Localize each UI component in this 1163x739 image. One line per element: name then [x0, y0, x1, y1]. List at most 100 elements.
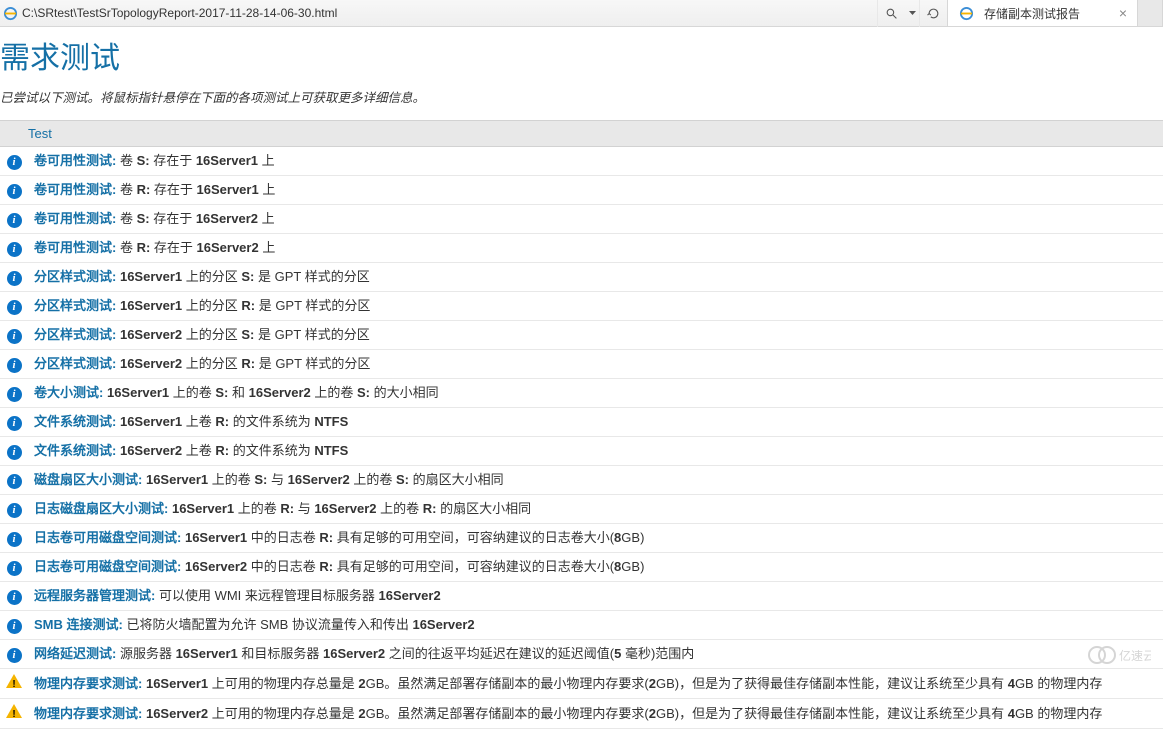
page-content: 需求测试 已尝试以下测试。将鼠标指针悬停在下面的各项测试上可获取更多详细信息。 …	[0, 27, 1163, 739]
table-row: i卷可用性测试: 卷 R: 存在于 16Server1 上	[0, 176, 1163, 205]
browser-tab[interactable]: 存储副本测试报告 ×	[948, 0, 1138, 26]
table-row: i 分区样式测试: 16Server2 上的分区 R: 是 GPT 样式的分区	[0, 350, 1163, 379]
test-description: 16Server2 上的分区 S: 是 GPT 样式的分区	[116, 327, 369, 342]
info-icon: i	[7, 416, 22, 431]
test-cell: 日志卷可用磁盘空间测试: 16Server1 中的日志卷 R: 具有足够的可用空…	[28, 524, 1163, 553]
test-description: 源服务器 16Server1 和目标服务器 16Server2 之间的往返平均延…	[116, 646, 694, 661]
info-icon-cell: i	[0, 176, 28, 205]
test-name[interactable]: SMB 连接测试:	[34, 617, 123, 632]
test-name[interactable]: 卷大小测试:	[34, 385, 103, 400]
address-bar[interactable]	[22, 2, 877, 24]
info-icon: i	[7, 213, 22, 228]
info-icon-cell: i	[0, 234, 28, 263]
test-description: 16Server1 中的日志卷 R: 具有足够的可用空间，可容纳建议的日志卷大小…	[181, 530, 644, 545]
warning-icon	[6, 704, 22, 718]
info-icon-cell: i	[0, 147, 28, 176]
warning-icon-cell	[0, 669, 28, 699]
warning-icon-cell	[0, 699, 28, 729]
info-icon-cell: i	[0, 582, 28, 611]
test-cell: 卷可用性测试: 卷 S: 存在于 16Server1 上	[28, 147, 1163, 176]
test-name[interactable]: 网络延迟测试:	[34, 646, 116, 661]
test-description: 16Server1 上的分区 R: 是 GPT 样式的分区	[116, 298, 370, 313]
test-name[interactable]: 磁盘扇区大小测试:	[34, 472, 142, 487]
test-name[interactable]: 物理内存要求测试:	[34, 706, 142, 721]
search-button[interactable]	[877, 0, 905, 27]
info-icon: i	[7, 387, 22, 402]
test-description: 16Server2 上可用的物理内存总量是 2GB。虽然满足部署存储副本的最小物…	[142, 706, 1102, 721]
info-icon-cell: i	[0, 408, 28, 437]
info-icon-cell: i	[0, 350, 28, 379]
test-description: 16Server2 上的分区 R: 是 GPT 样式的分区	[116, 356, 370, 371]
test-name[interactable]: 卷可用性测试:	[34, 240, 116, 255]
table-row: i分区样式测试: 16Server1 上的分区 R: 是 GPT 样式的分区	[0, 292, 1163, 321]
test-name[interactable]: 卷可用性测试:	[34, 211, 116, 226]
search-dropdown[interactable]	[905, 0, 919, 27]
warning-icon	[6, 674, 22, 688]
table-row: i 日志磁盘扇区大小测试: 16Server1 上的卷 R: 与 16Server…	[0, 495, 1163, 524]
table-row: i SMB 连接测试: 已将防火墙配置为允许 SMB 协议流量传入和传出 16Se…	[0, 611, 1163, 640]
test-description: 可以使用 WMI 来远程管理目标服务器 16Server2	[155, 588, 440, 603]
table-row: i 日志卷可用磁盘空间测试: 16Server2 中的日志卷 R: 具有足够的可用…	[0, 553, 1163, 582]
info-icon: i	[7, 532, 22, 547]
table-row: i 日志卷可用磁盘空间测试: 16Server1 中的日志卷 R: 具有足够的可用…	[0, 524, 1163, 553]
chevron-down-icon	[909, 11, 916, 15]
new-tab-button[interactable]	[1138, 0, 1163, 26]
table-row: i文件系统测试: 16Server2 上卷 R: 的文件系统为 NTFS	[0, 437, 1163, 466]
info-icon: i	[7, 271, 22, 286]
info-icon: i	[7, 358, 22, 373]
test-name[interactable]: 分区样式测试:	[34, 327, 116, 342]
table-row: 物理内存要求测试: 16Server2 上可用的物理内存总量是 2GB。虽然满足…	[0, 699, 1163, 729]
test-name[interactable]: 日志卷可用磁盘空间测试:	[34, 530, 181, 545]
test-name[interactable]: 分区样式测试:	[34, 298, 116, 313]
test-cell: SMB 连接测试: 已将防火墙配置为允许 SMB 协议流量传入和传出 16Ser…	[28, 611, 1163, 640]
info-icon-cell: i	[0, 495, 28, 524]
info-icon: i	[7, 445, 22, 460]
test-name[interactable]: 日志卷可用磁盘空间测试:	[34, 559, 181, 574]
test-name[interactable]: 卷可用性测试:	[34, 153, 116, 168]
refresh-icon	[927, 7, 940, 20]
info-icon: i	[7, 561, 22, 576]
tab-close-button[interactable]: ×	[1117, 5, 1129, 21]
tab-bar: 存储副本测试报告 ×	[948, 0, 1163, 26]
test-cell: 卷可用性测试: 卷 S: 存在于 16Server2 上	[28, 205, 1163, 234]
info-icon: i	[7, 619, 22, 634]
info-icon: i	[7, 648, 22, 663]
table-row: i文件系统测试: 16Server1 上卷 R: 的文件系统为 NTFS	[0, 408, 1163, 437]
test-name[interactable]: 文件系统测试:	[34, 443, 116, 458]
test-cell: 日志磁盘扇区大小测试: 16Server1 上的卷 R: 与 16Server2…	[28, 495, 1163, 524]
test-cell: 远程服务器管理测试: 可以使用 WMI 来远程管理目标服务器 16Server2	[28, 582, 1163, 611]
test-description: 已将防火墙配置为允许 SMB 协议流量传入和传出 16Server2	[123, 617, 475, 632]
info-icon-cell: i	[0, 263, 28, 292]
test-name[interactable]: 卷可用性测试:	[34, 182, 116, 197]
address-bar-container	[0, 0, 948, 26]
test-name[interactable]: 分区样式测试:	[34, 269, 116, 284]
search-icon	[885, 7, 898, 20]
info-icon: i	[7, 503, 22, 518]
test-description: 16Server1 上的卷 S: 与 16Server2 上的卷 S: 的扇区大…	[142, 472, 503, 487]
info-icon-cell: i	[0, 321, 28, 350]
test-description: 16Server1 上可用的物理内存总量是 2GB。虽然满足部署存储副本的最小物…	[142, 676, 1102, 691]
test-description: 16Server1 上的分区 S: 是 GPT 样式的分区	[116, 269, 369, 284]
test-description: 卷 R: 存在于 16Server2 上	[116, 240, 275, 255]
results-table: Test i卷可用性测试: 卷 S: 存在于 16Server1 上i卷可用性测…	[0, 120, 1163, 729]
test-description: 16Server2 中的日志卷 R: 具有足够的可用空间，可容纳建议的日志卷大小…	[181, 559, 644, 574]
info-icon-cell: i	[0, 553, 28, 582]
info-icon-cell: i	[0, 466, 28, 495]
test-name[interactable]: 文件系统测试:	[34, 414, 116, 429]
info-icon-cell: i	[0, 611, 28, 640]
test-cell: 卷大小测试: 16Server1 上的卷 S: 和 16Server2 上的卷 …	[28, 379, 1163, 408]
test-description: 卷 S: 存在于 16Server2 上	[116, 211, 274, 226]
info-icon-cell: i	[0, 437, 28, 466]
table-row: i 卷可用性测试: 卷 S: 存在于 16Server2 上	[0, 205, 1163, 234]
info-icon: i	[7, 474, 22, 489]
test-name[interactable]: 物理内存要求测试:	[34, 676, 142, 691]
test-name[interactable]: 日志磁盘扇区大小测试:	[34, 501, 168, 516]
test-name[interactable]: 远程服务器管理测试:	[34, 588, 155, 603]
test-cell: 物理内存要求测试: 16Server2 上可用的物理内存总量是 2GB。虽然满足…	[28, 699, 1163, 729]
table-row: i 卷可用性测试: 卷 R: 存在于 16Server2 上	[0, 234, 1163, 263]
info-icon: i	[7, 329, 22, 344]
page-title: 需求测试	[0, 27, 1163, 85]
refresh-button[interactable]	[919, 0, 947, 27]
test-description: 16Server1 上的卷 S: 和 16Server2 上的卷 S: 的大小相…	[103, 385, 438, 400]
test-name[interactable]: 分区样式测试:	[34, 356, 116, 371]
